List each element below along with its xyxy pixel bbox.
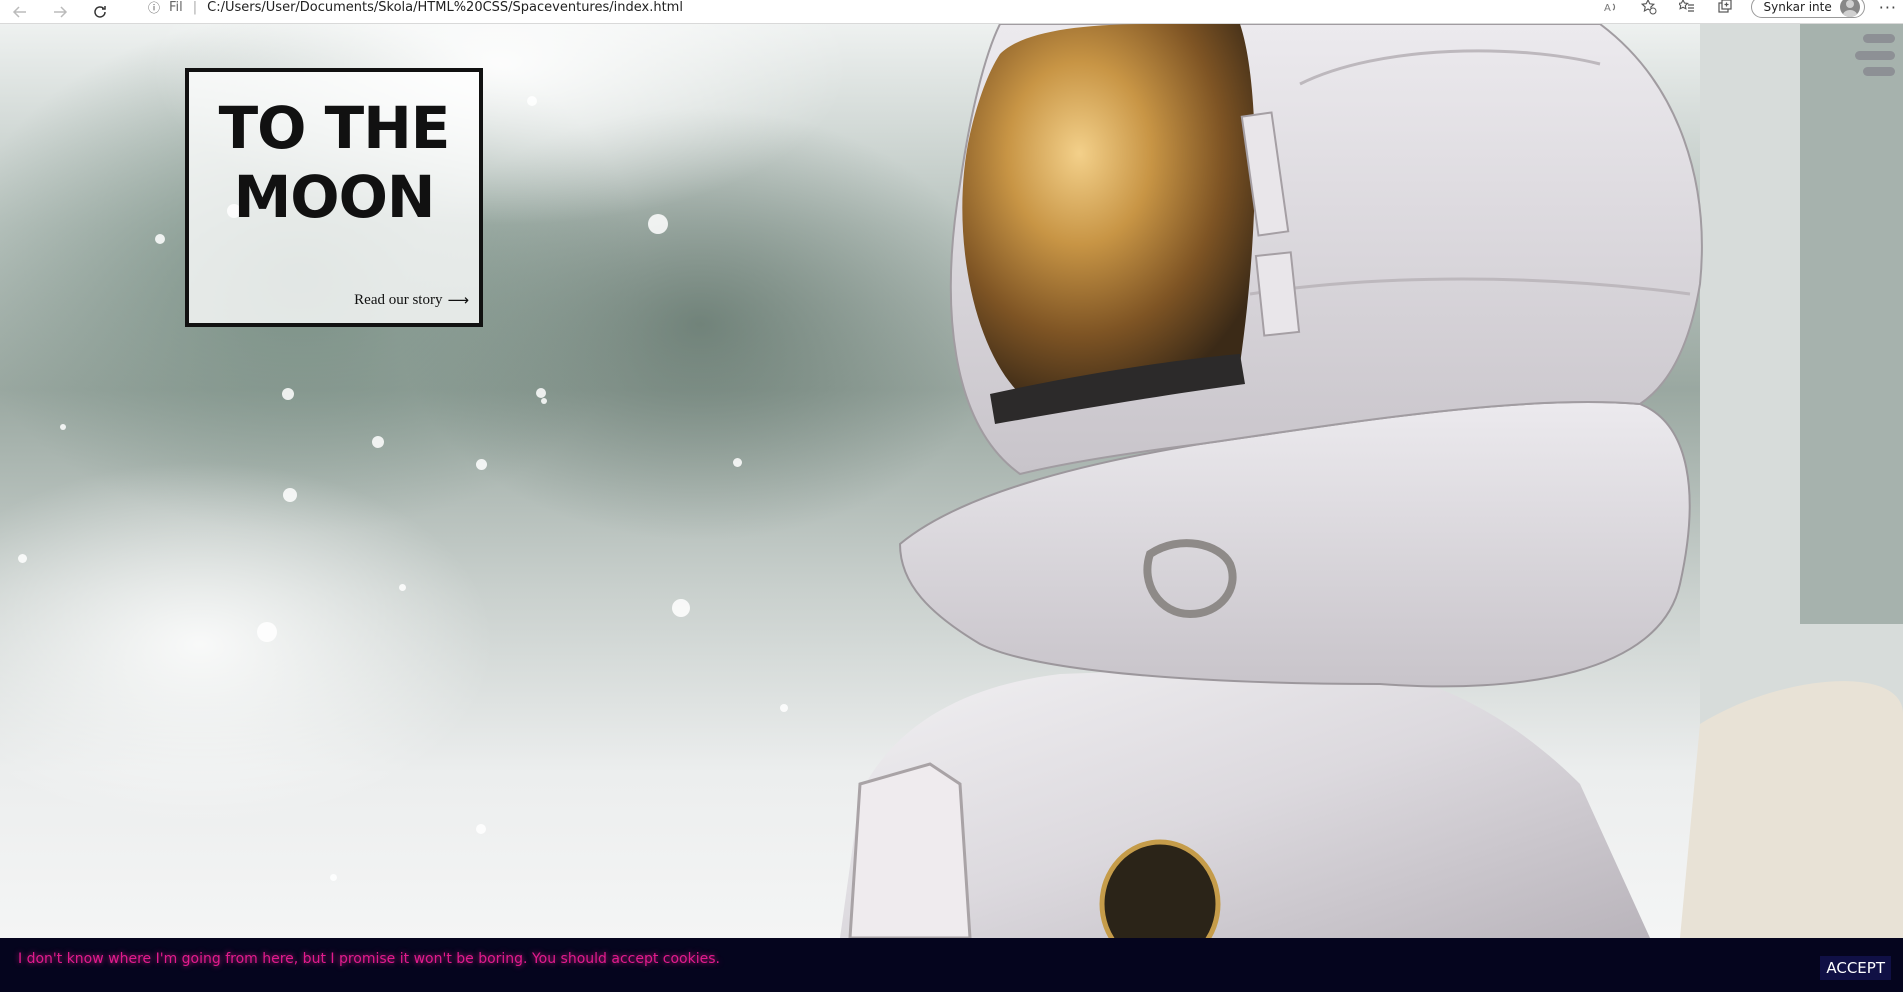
forward-arrow-icon (54, 5, 68, 18)
hamburger-menu-icon[interactable] (1855, 34, 1895, 76)
hero-section: TO THE MOON Read our story ⟶ (0, 24, 1903, 938)
menu-bar (1863, 67, 1895, 76)
reload-icon (94, 5, 106, 18)
browser-toolbar: ⓘ Fil | C:/Users/User/Documents/Skola/HT… (0, 0, 1903, 24)
more-options-icon[interactable]: ··· (1879, 0, 1897, 17)
profile-button[interactable]: Synkar inte (1750, 0, 1865, 18)
reload-button[interactable] (80, 0, 120, 24)
cookie-message: I don't know where I'm going from here, … (18, 951, 720, 967)
address-bar[interactable]: ⓘ Fil | C:/Users/User/Documents/Skola/HT… (145, 0, 1625, 18)
forward-button[interactable] (40, 0, 80, 24)
browser-tools: A Synkar inte ··· (1599, 0, 1903, 18)
cookie-banner: I don't know where I'm going from here, … (0, 938, 1903, 992)
collections-icon[interactable] (1713, 0, 1737, 17)
menu-bar (1855, 50, 1895, 60)
favorite-add-icon[interactable] (1637, 0, 1661, 17)
page-title: TO THE MOON (218, 94, 451, 231)
title-card: TO THE MOON Read our story ⟶ (185, 68, 483, 327)
story-link-label: Read our story (354, 291, 443, 308)
info-icon[interactable]: ⓘ (145, 0, 163, 16)
arrow-right-icon: ⟶ (447, 291, 469, 309)
back-button[interactable] (0, 0, 40, 24)
back-arrow-icon (12, 5, 26, 18)
url-text: C:/Users/User/Documents/Skola/HTML%20CSS… (207, 0, 683, 15)
astronaut-image (840, 24, 1903, 938)
menu-bar (1863, 34, 1895, 43)
favorites-icon[interactable] (1675, 0, 1699, 17)
avatar (1839, 0, 1860, 17)
url-separator: | (192, 0, 198, 15)
svg-text:A: A (1604, 3, 1611, 14)
url-scheme: Fil (169, 0, 183, 15)
sync-status: Synkar inte (1763, 0, 1832, 14)
accept-cookies-button[interactable]: ACCEPT (1820, 956, 1891, 980)
read-aloud-icon[interactable]: A (1599, 0, 1623, 17)
read-story-link[interactable]: Read our story ⟶ (354, 291, 469, 309)
